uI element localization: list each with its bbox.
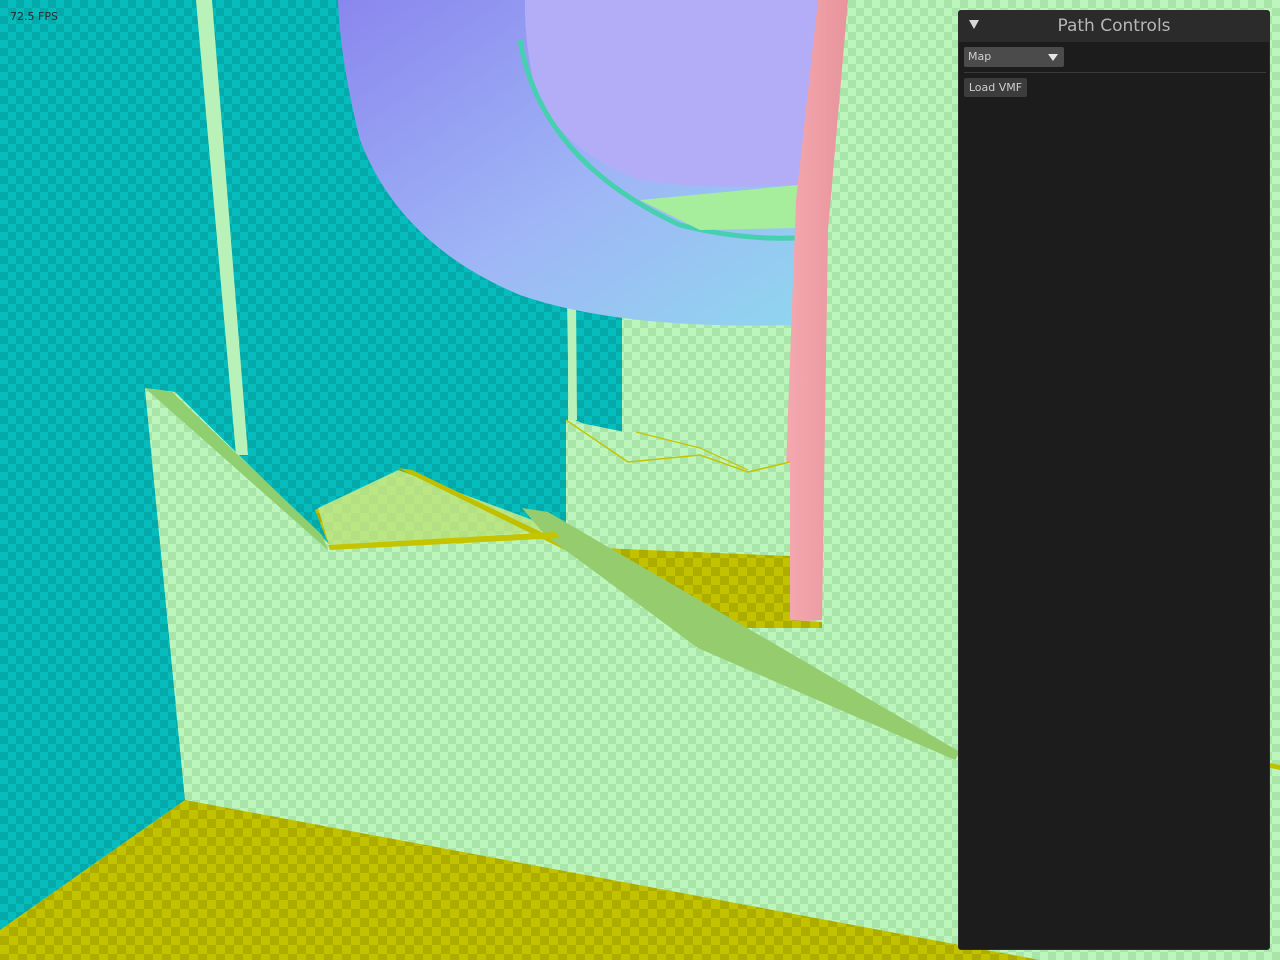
map-select-value: Map — [968, 50, 992, 63]
fps-counter: 72.5 FPS — [10, 10, 58, 23]
path-controls-panel: Path Controls Map Load VMF — [958, 10, 1270, 950]
map-select-dropdown[interactable]: Map — [964, 47, 1064, 67]
panel-header[interactable]: Path Controls — [959, 11, 1269, 42]
far-pillar-cyan — [575, 298, 622, 440]
chevron-down-icon — [1048, 54, 1058, 61]
load-vmf-button[interactable]: Load VMF — [964, 78, 1027, 97]
panel-title: Path Controls — [1057, 16, 1171, 36]
panel-divider — [964, 72, 1266, 73]
